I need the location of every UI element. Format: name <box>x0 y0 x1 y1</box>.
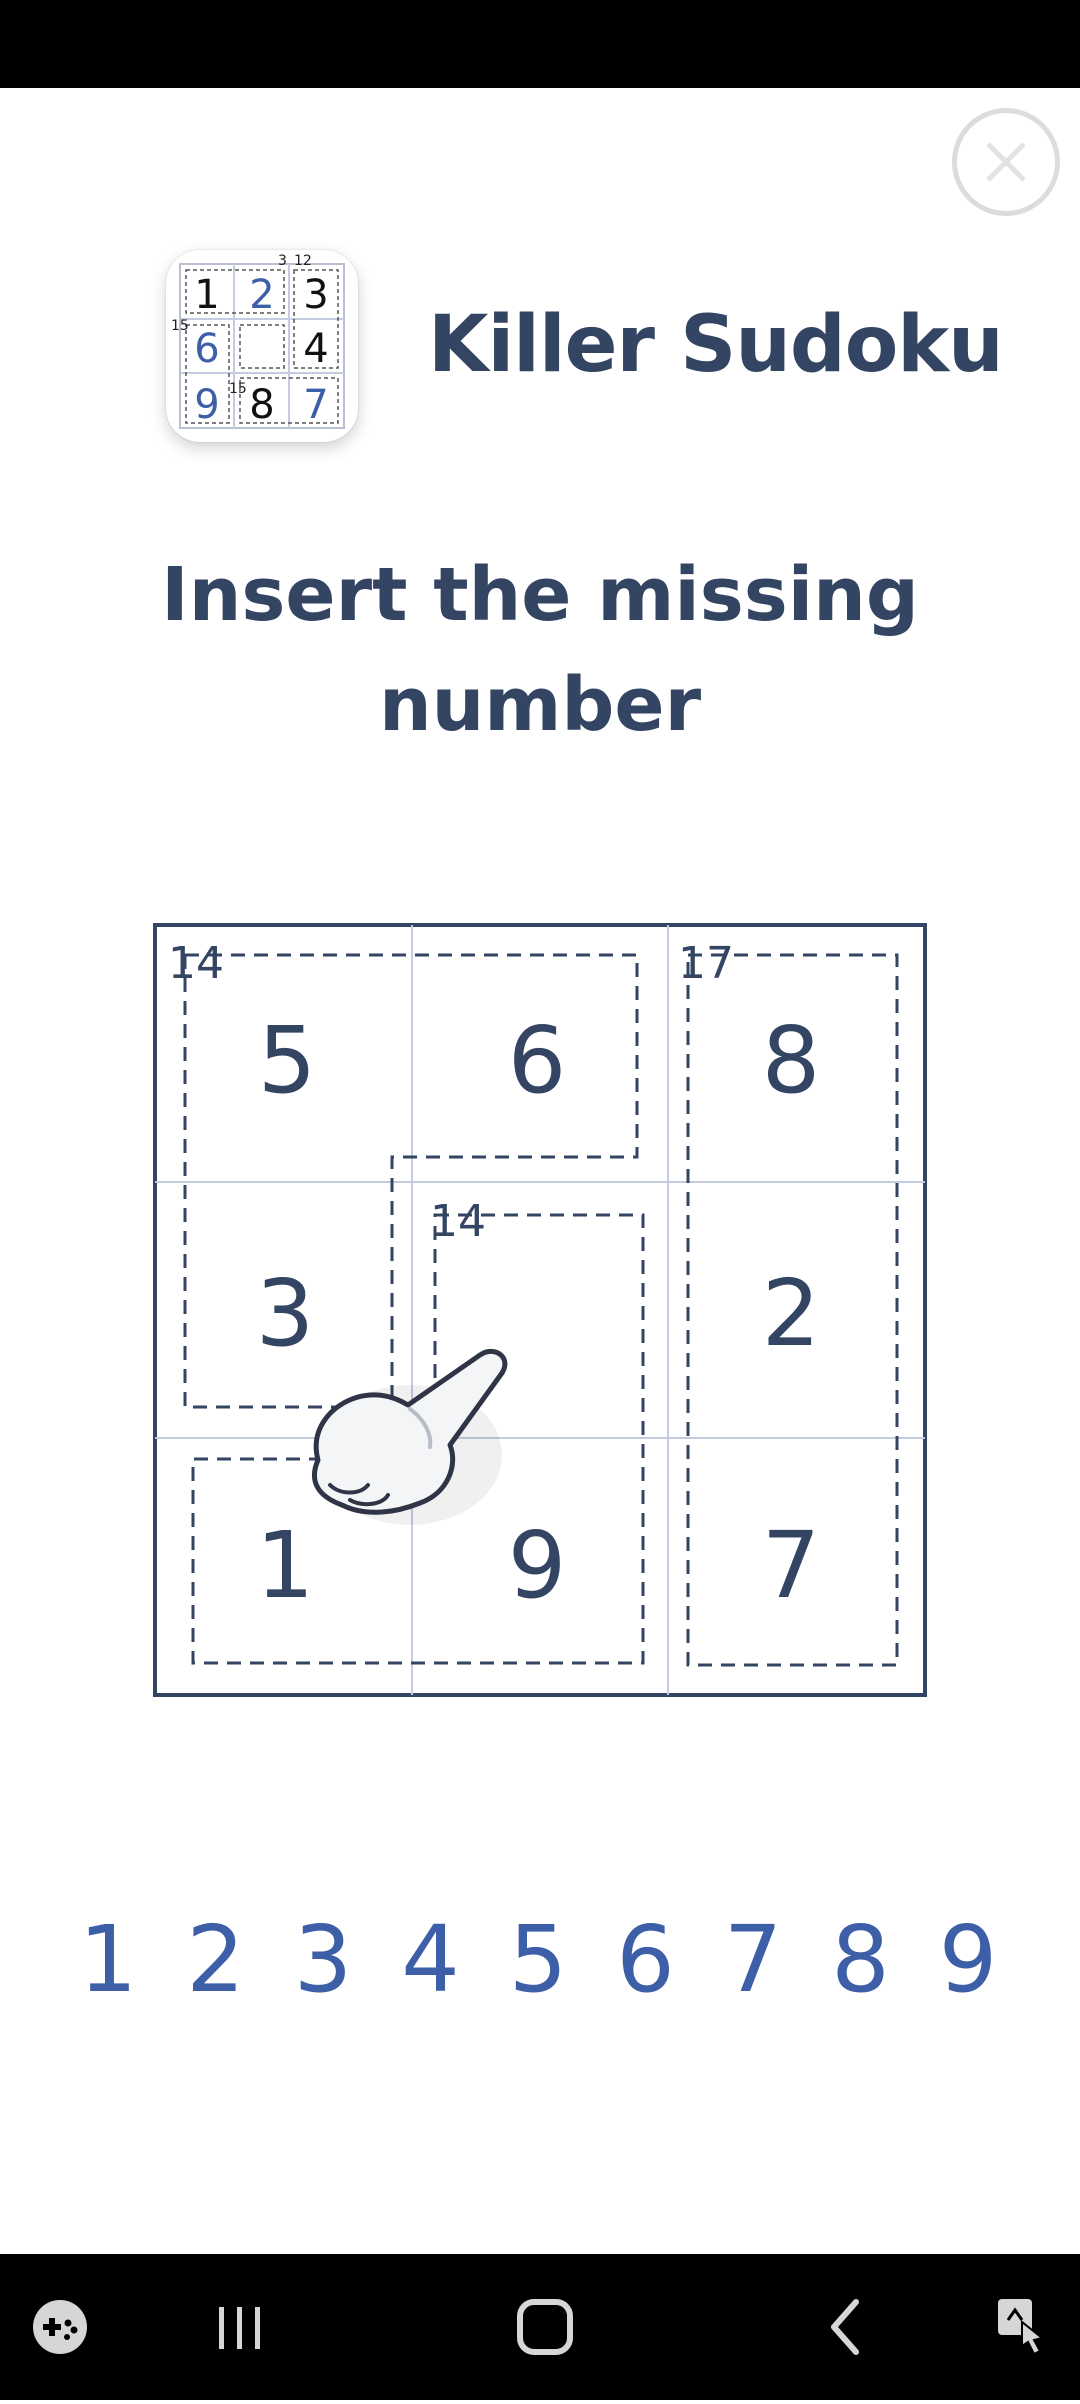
cell-digit: 8 <box>762 1007 821 1114</box>
number-button-7[interactable]: 7 <box>703 1900 803 2020</box>
game-launcher-button[interactable] <box>22 2254 98 2400</box>
close-button[interactable] <box>952 108 1060 216</box>
board-cell[interactable]: 2 <box>668 1182 925 1438</box>
recent-apps-button[interactable] <box>205 2254 275 2400</box>
icon-cell-digit: 7 <box>303 382 328 428</box>
number-button-5[interactable]: 5 <box>488 1900 588 2020</box>
cell-digit: 7 <box>762 1512 821 1619</box>
game-launcher-icon <box>33 2300 87 2354</box>
app-logo: 3 12 15 15 1 2 3 6 4 9 8 7 <box>166 250 358 442</box>
number-pad: 1 2 3 4 5 6 7 8 9 <box>58 1900 1018 2020</box>
sudoku-board: 14 14 17 5 6 8 3 2 1 9 7 <box>153 923 927 1697</box>
icon-cell-digit: 4 <box>303 326 328 372</box>
close-icon <box>986 142 1026 182</box>
icon-cage-sum: 15 <box>229 381 247 397</box>
back-icon <box>831 2299 859 2355</box>
icon-cell-digit: 6 <box>194 326 219 372</box>
board-cell[interactable]: 8 <box>668 925 925 1182</box>
recent-apps-icon <box>219 2307 260 2349</box>
icon-cage-sum: 15 <box>171 318 189 334</box>
number-button-2[interactable]: 2 <box>166 1900 266 2020</box>
icon-cell-digit: 2 <box>249 272 274 318</box>
app-title: Killer Sudoku <box>428 300 1004 390</box>
number-button-8[interactable]: 8 <box>811 1900 911 2020</box>
icon-cage-sum: 12 <box>294 253 312 269</box>
home-icon <box>517 2299 573 2355</box>
number-button-4[interactable]: 4 <box>381 1900 481 2020</box>
board-cell[interactable]: 5 <box>155 925 412 1182</box>
cell-digit: 5 <box>258 1007 317 1114</box>
cell-digit: 6 <box>508 1007 567 1114</box>
number-button-1[interactable]: 1 <box>58 1900 158 2020</box>
hand-pointer-icon <box>290 1335 520 1535</box>
number-button-6[interactable]: 6 <box>596 1900 696 2020</box>
icon-cell-digit: 3 <box>303 272 328 318</box>
number-button-3[interactable]: 3 <box>273 1900 373 2020</box>
instruction-text: Insert the missing number <box>161 552 919 748</box>
navigation-bar <box>0 2254 1080 2400</box>
back-button[interactable] <box>810 2254 880 2400</box>
icon-cell-digit: 1 <box>194 272 219 318</box>
home-button[interactable] <box>505 2254 585 2400</box>
cell-digit: 2 <box>762 1260 821 1367</box>
board-cell[interactable]: 7 <box>668 1438 925 1695</box>
icon-cage-sum: 3 <box>278 253 287 269</box>
accessibility-icon <box>998 2299 1045 2356</box>
icon-cell-digit: 9 <box>194 382 219 428</box>
icon-cell-digit: 8 <box>249 382 274 428</box>
status-bar <box>0 0 1080 88</box>
accessibility-button[interactable] <box>980 2254 1060 2400</box>
board-cell[interactable]: 6 <box>412 925 668 1182</box>
number-button-9[interactable]: 9 <box>918 1900 1018 2020</box>
